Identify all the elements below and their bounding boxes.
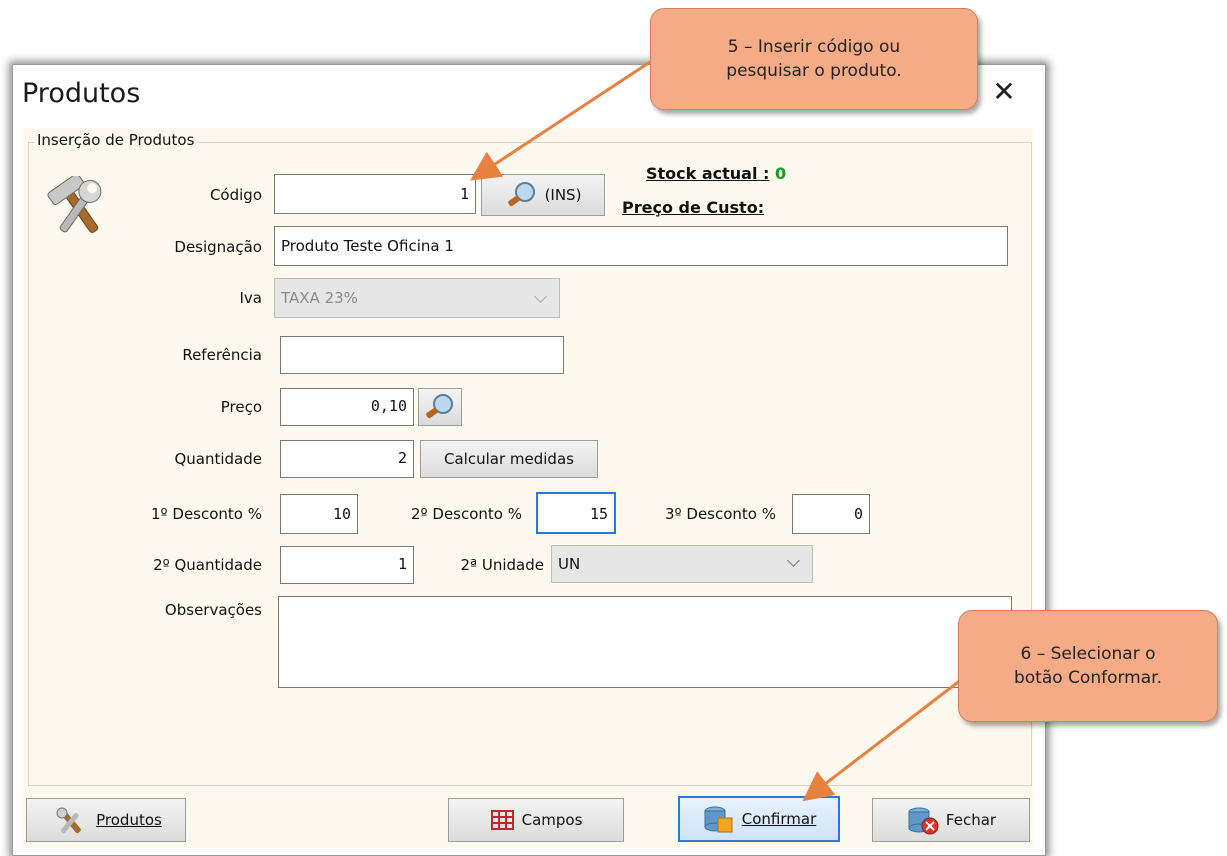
callout-step5-line2: pesquisar o produto. [726, 61, 902, 81]
callout-step5: 5 – Inserir código ou pesquisar o produt… [650, 8, 978, 110]
callout-step6-line2: botão Conformar. [1013, 668, 1162, 688]
callout-step6-line1: 6 – Selecionar o [1020, 644, 1156, 664]
arrow-step5 [469, 60, 651, 181]
callout-step5-line1: 5 – Inserir código ou [727, 37, 901, 57]
callout-step6: 6 – Selecionar o botão Conformar. [958, 610, 1218, 722]
arrow-step6 [802, 674, 967, 802]
